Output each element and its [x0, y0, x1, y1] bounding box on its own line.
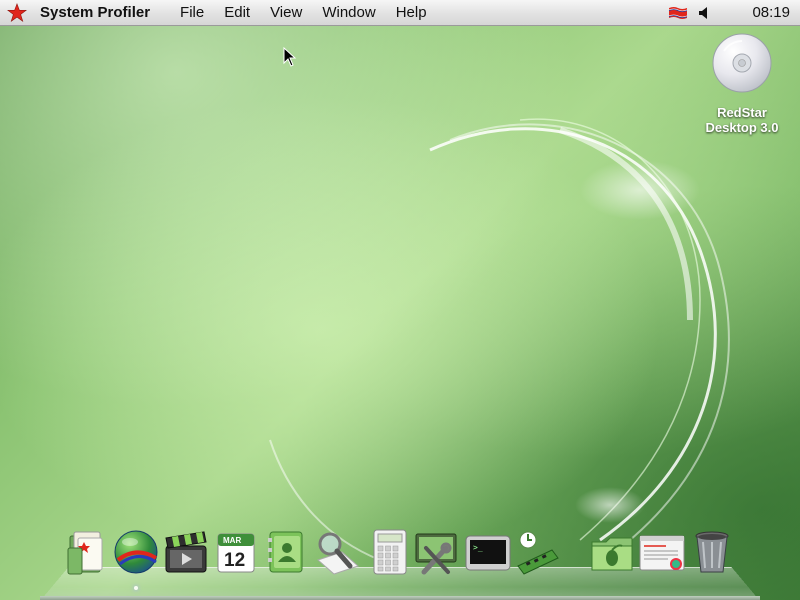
system-preferences-icon[interactable]: [412, 528, 460, 576]
wallpaper-swirl: [269, 118, 730, 561]
system-monitor-icon[interactable]: [512, 528, 560, 576]
dock-item-trash[interactable]: [688, 528, 736, 580]
dock-item-address-book[interactable]: [262, 528, 310, 580]
terminal-prompt-glyph: >_: [473, 543, 483, 552]
address-book-icon[interactable]: [262, 528, 310, 576]
terminal-icon[interactable]: >_: [464, 528, 512, 576]
cd-volume-label: RedStar Desktop 3.0: [692, 105, 792, 135]
calculator-icon[interactable]: [366, 528, 414, 576]
cd-volume-label-line2: Desktop 3.0: [705, 120, 779, 135]
desktop-background: [0, 0, 800, 600]
dock-item-applications[interactable]: [588, 528, 636, 580]
menu-view[interactable]: View: [260, 0, 312, 26]
desktop-cd-volume[interactable]: RedStar Desktop 3.0: [692, 33, 792, 135]
internet-browser-icon[interactable]: [112, 528, 160, 576]
calendar-icon[interactable]: MAR 12: [212, 528, 260, 576]
documents-folder-icon[interactable]: [62, 528, 110, 576]
dock-running-indicator: [134, 586, 138, 590]
cd-volume-label-line1: RedStar: [717, 105, 767, 120]
dock-item-browser[interactable]: [112, 528, 160, 580]
dock-item-system-preferences[interactable]: [412, 528, 460, 580]
dock-item-calculator[interactable]: [366, 528, 414, 580]
calendar-day: 12: [224, 550, 245, 571]
dock-item-movie[interactable]: [162, 528, 210, 580]
trash-icon[interactable]: [688, 528, 736, 576]
application-folder-icon[interactable]: [588, 528, 636, 576]
menu-bar-clock[interactable]: 08:19: [752, 4, 790, 21]
dock-item-terminal[interactable]: >_: [464, 528, 512, 580]
red-star-menu-icon[interactable]: [6, 2, 28, 24]
menu-file[interactable]: File: [170, 0, 214, 26]
menu-help[interactable]: Help: [386, 0, 437, 26]
dock-item-system-monitor[interactable]: [512, 528, 560, 580]
mouse-pointer-icon: [283, 47, 297, 67]
dock-item-document-viewer[interactable]: [638, 528, 686, 580]
menu-window[interactable]: Window: [312, 0, 385, 26]
calendar-month: MAR: [223, 536, 241, 545]
dock-item-documents[interactable]: [62, 528, 110, 580]
dock-item-calendar[interactable]: MAR 12: [212, 528, 260, 580]
menu-bar: System Profiler File Edit View Window He…: [0, 0, 800, 26]
speaker-volume-icon[interactable]: [698, 6, 712, 20]
movie-player-icon[interactable]: [162, 528, 210, 576]
cd-disc-icon[interactable]: [712, 33, 772, 93]
app-name-menu[interactable]: System Profiler: [40, 4, 150, 21]
input-language-flag-icon[interactable]: [668, 6, 688, 20]
dock-base: [40, 596, 760, 600]
search-icon[interactable]: [312, 528, 360, 576]
document-viewer-icon[interactable]: [638, 528, 686, 576]
dock-item-search[interactable]: [312, 528, 360, 580]
menu-edit[interactable]: Edit: [214, 0, 260, 26]
